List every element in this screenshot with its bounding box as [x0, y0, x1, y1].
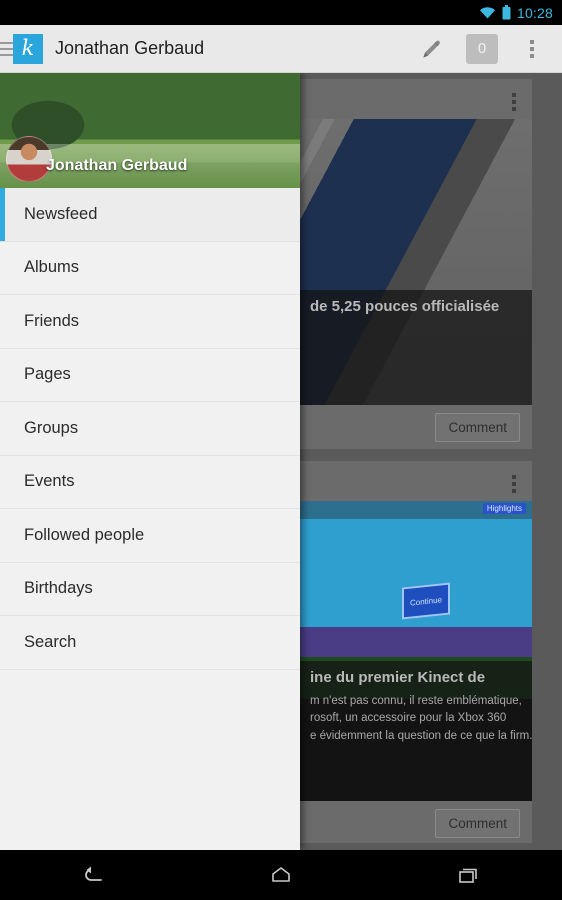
wifi-icon [479, 6, 496, 19]
battery-icon [502, 5, 511, 20]
sidebar-item-albums[interactable]: Albums [0, 241, 300, 295]
sidebar-item-search[interactable]: Search [0, 616, 300, 670]
android-screen: 10:28 k Jonathan Gerbaud 0 de 5,25 pouce… [0, 0, 562, 900]
card-header [300, 79, 532, 119]
overflow-menu-icon[interactable] [508, 25, 556, 73]
sidebar-item-followed-people[interactable]: Followed people [0, 509, 300, 563]
card-body-line: e évidemment la question de ce que la fi… [310, 730, 532, 743]
photo-continue-button: Continue [402, 582, 451, 620]
navigation-drawer: Jonathan Gerbaud Newsfeed Albums Friends… [0, 73, 300, 850]
card-footer: Comment [300, 405, 532, 449]
status-time: 10:28 [516, 4, 553, 21]
sidebar-item-newsfeed[interactable]: Newsfeed [0, 188, 300, 242]
feed-card[interactable]: de 5,25 pouces officialisée Comment [300, 79, 532, 449]
comment-button[interactable]: Comment [435, 808, 520, 838]
card-body-line: rosoft, un accessoire pour la Xbox 360 [310, 712, 507, 725]
notification-count-button[interactable]: 0 [458, 25, 506, 73]
card-caption: ine du premier Kinect de m n'est pas con… [300, 661, 532, 801]
overflow-menu-icon[interactable] [512, 93, 516, 111]
sidebar-item-friends[interactable]: Friends [0, 295, 300, 349]
samsung-phone-photo[interactable]: de 5,25 pouces officialisée [300, 119, 532, 405]
drawer-header[interactable]: Jonathan Gerbaud [0, 73, 300, 188]
card-title: ine du premier Kinect de [310, 669, 486, 686]
drawer-item-list: Newsfeed Albums Friends Pages Groups Eve… [0, 188, 300, 670]
app-logo-icon[interactable]: k [13, 33, 43, 64]
card-header [300, 461, 532, 501]
sidebar-item-label: Newsfeed [24, 204, 98, 223]
feed-card[interactable]: Highlights Continue ine du premier Kinec… [300, 461, 532, 843]
card-body-line: m n'est pas connu, il reste emblématique… [310, 694, 522, 707]
hamburger-icon[interactable] [0, 41, 14, 56]
page-title: Jonathan Gerbaud [55, 38, 205, 58]
card-footer: Comment [300, 801, 532, 845]
action-bar: k Jonathan Gerbaud 0 [0, 25, 562, 73]
pencil-icon[interactable] [408, 25, 456, 73]
sidebar-item-label: Followed people [24, 525, 145, 544]
sidebar-item-pages[interactable]: Pages [0, 348, 300, 402]
sidebar-item-label: Groups [24, 418, 79, 437]
sidebar-item-label: Events [24, 472, 75, 491]
sidebar-item-label: Pages [24, 365, 71, 384]
sidebar-item-label: Albums [24, 258, 80, 277]
android-navigation-bar [0, 850, 562, 900]
sidebar-item-label: Search [24, 632, 77, 651]
notification-count: 0 [466, 33, 498, 64]
photo-tag: Highlights [482, 503, 526, 514]
sidebar-item-events[interactable]: Events [0, 455, 300, 509]
profile-name: Jonathan Gerbaud [46, 157, 188, 174]
recent-apps-icon[interactable] [423, 850, 513, 900]
kinect-xbox-photo[interactable]: Highlights Continue ine du premier Kinec… [300, 501, 532, 801]
back-arrow-icon[interactable] [49, 850, 139, 900]
comment-button[interactable]: Comment [435, 412, 520, 442]
card-title: de 5,25 pouces officialisée [310, 298, 500, 315]
status-bar: 10:28 [0, 0, 562, 25]
card-caption: de 5,25 pouces officialisée [300, 290, 532, 405]
action-bar-actions: 0 [408, 25, 562, 73]
overflow-menu-icon[interactable] [512, 475, 516, 493]
sidebar-item-birthdays[interactable]: Birthdays [0, 562, 300, 616]
sidebar-item-groups[interactable]: Groups [0, 402, 300, 456]
sidebar-item-label: Friends [24, 311, 80, 330]
sidebar-item-label: Birthdays [24, 579, 93, 598]
home-icon[interactable] [236, 850, 326, 900]
